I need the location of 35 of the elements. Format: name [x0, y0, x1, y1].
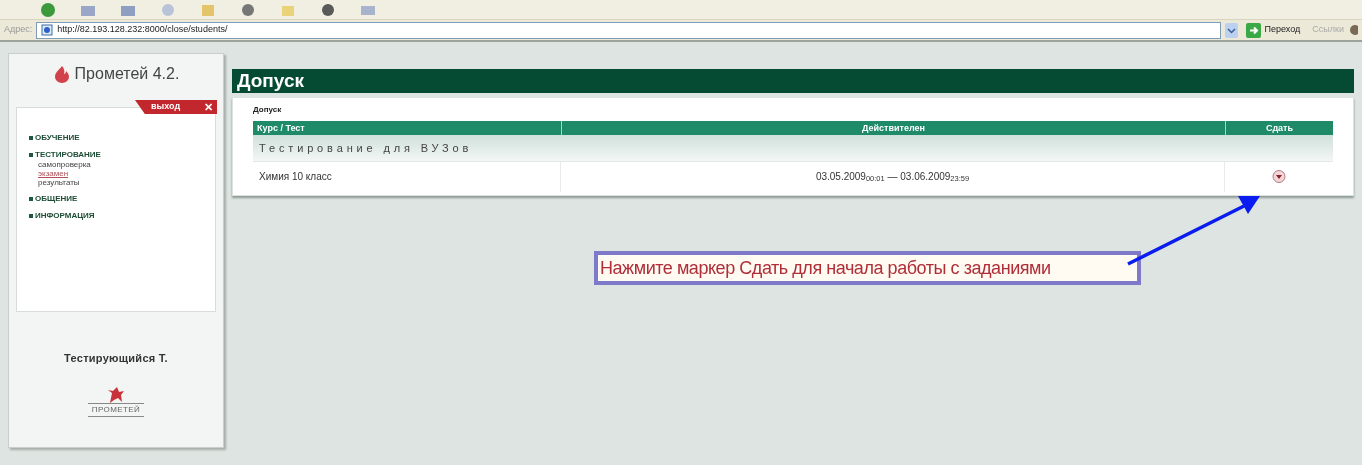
address-field[interactable]: http://82.193.128.232:8000/close/students/	[36, 21, 1221, 39]
bullet-icon	[29, 213, 33, 218]
links-label: Ссылки	[1312, 23, 1344, 37]
table-cell: 03.05.2009$_{00:01}$ — 03.06.2009$_{23:59}$	[561, 161, 1225, 192]
toolbar-icon[interactable]	[1348, 23, 1358, 37]
column-header: Курс / Тест	[256, 122, 306, 135]
group-title: Тестирование для ВУЗов	[259, 140, 473, 156]
bullet-icon	[29, 196, 33, 201]
page-icon	[41, 24, 54, 36]
table-cell: Химия 10 класс	[253, 161, 561, 192]
address-label: Адрес:	[4, 23, 33, 37]
url-text: http://82.193.128.232:8000/close/students/	[57, 23, 228, 37]
section-label: Допуск	[253, 104, 283, 116]
bullet-icon	[29, 135, 33, 140]
toolbar-icon[interactable]	[320, 2, 336, 17]
menu-item[interactable]: ИНФОРМАЦИЯ	[35, 210, 95, 221]
logo-text: Прометей 4.2.	[74, 64, 180, 84]
flame-logo-icon	[52, 65, 71, 83]
submenu-item[interactable]: самопроверка	[38, 160, 91, 169]
hint-text: Нажмите маркер Сдать для начала работы с заданиями	[594, 251, 1141, 285]
toolbar-icon[interactable]	[40, 2, 56, 17]
bullet-icon	[29, 152, 33, 157]
dropdown-icon[interactable]	[1224, 22, 1238, 38]
footer-logo-text: ПРОМЕТЕЙ	[87, 402, 145, 417]
menu-item[interactable]: ОБЩЕНИЕ	[35, 193, 78, 204]
toolbar-icon[interactable]	[240, 2, 256, 17]
submit-marker-icon[interactable]	[1272, 170, 1286, 183]
menu-item[interactable]: ОБУЧЕНИЕ	[35, 132, 80, 143]
logout-button[interactable]: выход ✕	[135, 100, 217, 114]
page-title: Допуск	[232, 69, 1354, 93]
submenu-item[interactable]: результаты	[38, 178, 80, 187]
go-button[interactable]: Переход	[1241, 22, 1305, 38]
submenu-item[interactable]: экзамен	[38, 169, 69, 178]
user-name: Тестирующийся Т.	[64, 351, 168, 366]
menu-item[interactable]: ТЕСТИРОВАНИЕ	[35, 149, 101, 160]
